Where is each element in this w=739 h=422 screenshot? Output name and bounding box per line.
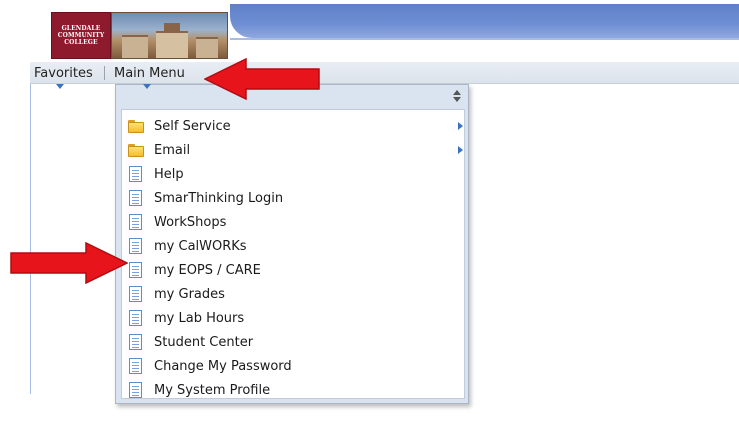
main-menu-dropdown: Self Service Email Help SmarThinking Log…	[115, 84, 469, 404]
menu-item-label: Email	[154, 142, 191, 158]
left-border	[30, 62, 31, 394]
scroll-down-icon[interactable]	[453, 97, 461, 102]
logo-text-line-1: GLENDALE	[61, 25, 101, 32]
favorites-chevron-down-icon[interactable]	[56, 84, 64, 89]
folder-icon	[128, 143, 144, 157]
logo-text-line-2: COMMUNITY	[57, 32, 105, 39]
document-icon	[129, 214, 142, 230]
menu-item-label: WorkShops	[154, 214, 227, 230]
menu-item-self-service[interactable]: Self Service	[122, 114, 464, 138]
building-shape	[196, 37, 218, 58]
menu-item-label: SmarThinking Login	[154, 190, 284, 206]
red-arrow-left-icon	[204, 58, 320, 100]
menu-item-smarthinking-login[interactable]: SmarThinking Login	[122, 186, 464, 210]
menu-item-student-center[interactable]: Student Center	[122, 330, 464, 354]
header: GLENDALE COMMUNITY COLLEGE	[30, 4, 739, 62]
header-banner	[230, 4, 739, 38]
menu-item-label: my Lab Hours	[154, 310, 245, 326]
logo-text-line-3: COLLEGE	[64, 39, 98, 46]
menu-separator	[104, 66, 105, 80]
red-arrow-right-icon	[10, 242, 128, 284]
menu-item-change-my-password[interactable]: Change My Password	[122, 354, 464, 378]
menu-item-label: Change My Password	[154, 358, 292, 374]
campus-photo	[111, 12, 228, 59]
menu-item-label: Student Center	[154, 334, 254, 350]
menu-item-my-eops-care[interactable]: my EOPS / CARE	[122, 258, 464, 282]
menu-item-help[interactable]: Help	[122, 162, 464, 186]
main-menu-chevron-down-icon[interactable]	[143, 84, 151, 89]
document-icon	[129, 382, 142, 398]
document-icon	[129, 166, 142, 182]
menu-list: Self Service Email Help SmarThinking Log…	[122, 114, 464, 402]
folder-icon	[128, 119, 144, 133]
menu-item-label: my Grades	[154, 286, 225, 302]
chevron-right-icon	[458, 146, 463, 154]
document-icon	[129, 310, 142, 326]
document-icon	[129, 238, 142, 254]
menu-item-my-system-profile[interactable]: My System Profile	[122, 378, 464, 402]
menu-item-workshops[interactable]: WorkShops	[122, 210, 464, 234]
document-icon	[129, 358, 142, 374]
scroll-up-down-icon[interactable]	[452, 89, 462, 105]
building-shape	[156, 31, 188, 58]
favorites-menu[interactable]: Favorites	[34, 62, 93, 84]
menu-bar: Favorites Main Menu	[30, 62, 739, 84]
scroll-up-icon[interactable]	[453, 90, 461, 95]
chevron-right-icon	[458, 122, 463, 130]
menu-item-label: My System Profile	[154, 382, 271, 398]
menu-item-label: my EOPS / CARE	[154, 262, 261, 278]
main-menu[interactable]: Main Menu	[114, 62, 185, 84]
menu-item-my-lab-hours[interactable]: my Lab Hours	[122, 306, 464, 330]
dropdown-list-panel: Self Service Email Help SmarThinking Log…	[121, 109, 465, 399]
college-logo[interactable]: GLENDALE COMMUNITY COLLEGE	[51, 12, 111, 59]
menu-item-label: my CalWORKs	[154, 238, 247, 254]
document-icon	[129, 334, 142, 350]
document-icon	[129, 286, 142, 302]
document-icon	[129, 262, 142, 278]
menu-item-my-grades[interactable]: my Grades	[122, 282, 464, 306]
menu-item-label: Self Service	[154, 118, 231, 134]
header-divider	[230, 38, 739, 40]
building-shape	[122, 35, 148, 58]
document-icon	[129, 190, 142, 206]
menu-item-email[interactable]: Email	[122, 138, 464, 162]
menu-item-my-calworks[interactable]: my CalWORKs	[122, 234, 464, 258]
menu-item-label: Help	[154, 166, 184, 182]
